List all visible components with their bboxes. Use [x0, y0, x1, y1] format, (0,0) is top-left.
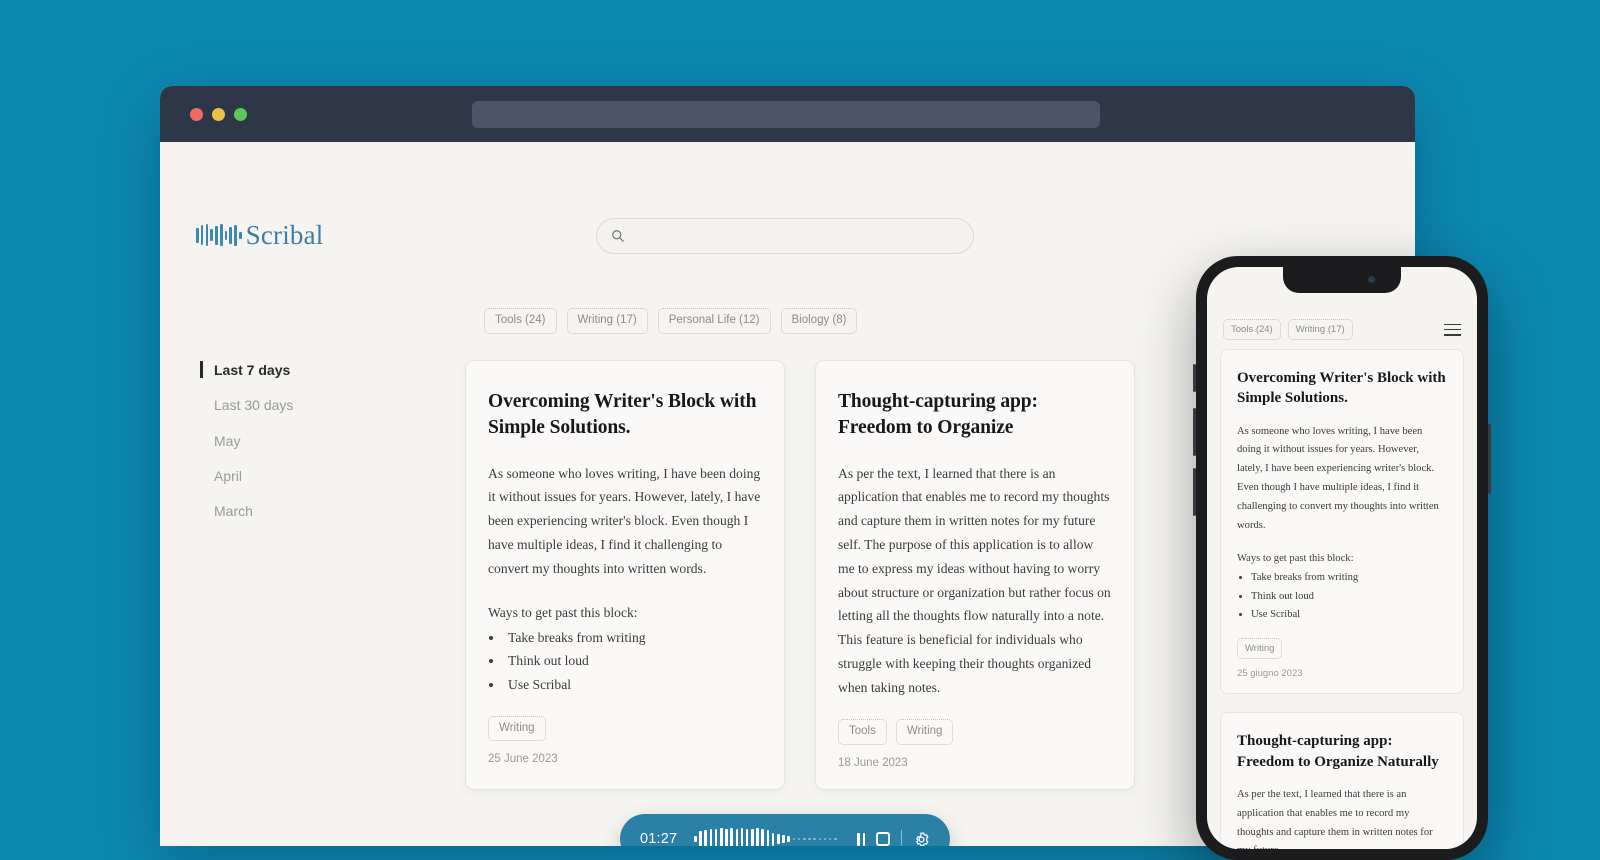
- hamburger-menu-icon[interactable]: [1444, 323, 1461, 336]
- note-title: Overcoming Writer's Block with Simple So…: [488, 391, 757, 439]
- search-input[interactable]: [633, 229, 959, 243]
- phone-power-button: [1488, 424, 1491, 494]
- list-item: Think out loud: [504, 649, 762, 672]
- phone-note-subhead: Ways to get past this block:: [1237, 552, 1354, 564]
- phone-note-card[interactable]: Overcoming Writer's Block with Simple So…: [1220, 349, 1464, 695]
- audio-player: 01:27: [620, 814, 950, 846]
- player-controls: [857, 830, 930, 846]
- close-window-icon[interactable]: [190, 107, 203, 121]
- phone-note-tags: Writing: [1237, 638, 1447, 660]
- stop-icon[interactable]: [876, 832, 890, 846]
- maximize-window-icon[interactable]: [234, 107, 247, 121]
- phone-note-date: 25 giugno 2023: [1237, 668, 1303, 680]
- note-tags: Tools Writing: [838, 719, 1112, 746]
- note-subhead: Ways to get past this block:: [488, 604, 638, 620]
- phone-notch: [1283, 267, 1401, 293]
- phone-mute-switch: [1193, 364, 1196, 392]
- sidebar-item-may[interactable]: May: [200, 431, 430, 451]
- search-bar[interactable]: [596, 218, 974, 254]
- pause-icon[interactable]: [857, 832, 865, 846]
- phone-volume-up-button: [1193, 408, 1196, 456]
- tag-filter-tools[interactable]: Tools (24): [484, 308, 557, 334]
- list-item: Take breaks from writing: [504, 626, 762, 649]
- player-elapsed-time: 01:27: [640, 831, 678, 846]
- gear-icon[interactable]: [913, 831, 930, 847]
- waveform-logo-icon: [196, 223, 242, 247]
- note-body: As someone who loves writing, I have bee…: [488, 465, 761, 576]
- note-date: 25 June 2023: [488, 753, 558, 766]
- app-header: Scribal: [160, 142, 1415, 254]
- phone-tag-filter-writing[interactable]: Writing (17): [1287, 319, 1353, 341]
- tag-filter-personal-life[interactable]: Personal Life (12): [657, 308, 771, 334]
- list-item: Use Scribal: [1251, 606, 1447, 624]
- phone-note-bullet-list: Take breaks from writing Think out loud …: [1251, 569, 1447, 624]
- stage: Scribal Tools (24) Writing (17) Personal…: [0, 0, 1600, 860]
- note-card[interactable]: Overcoming Writer's Block with Simple So…: [465, 360, 785, 791]
- phone-screen: Tools (24) Writing (17) Overcoming Write…: [1207, 267, 1477, 849]
- note-date: 18 June 2023: [838, 757, 908, 770]
- phone-topbar: Tools (24) Writing (17): [1207, 319, 1477, 341]
- control-divider: [901, 830, 902, 846]
- note-card-list: Overcoming Writer's Block with Simple So…: [465, 360, 1135, 791]
- phone-mockup: Tools (24) Writing (17) Overcoming Write…: [1193, 256, 1491, 860]
- traffic-lights: [190, 107, 247, 121]
- note-tag[interactable]: Writing: [488, 715, 546, 742]
- phone-note-tag[interactable]: Writing: [1237, 638, 1283, 660]
- note-title: Thought-capturing app: Freedom to Organi…: [838, 391, 1038, 439]
- note-tag[interactable]: Tools: [838, 719, 887, 746]
- logo-text: Scribal: [245, 220, 324, 250]
- list-item: Use Scribal: [504, 673, 762, 696]
- list-item: Think out loud: [1251, 588, 1447, 606]
- app-logo[interactable]: Scribal: [196, 220, 324, 250]
- phone-note-card-list: Overcoming Writer's Block with Simple So…: [1220, 349, 1464, 849]
- browser-titlebar: [160, 86, 1415, 142]
- phone-tag-filter-tools[interactable]: Tools (24): [1223, 319, 1281, 341]
- note-card[interactable]: Thought-capturing app: Freedom to Organi…: [815, 360, 1135, 791]
- phone-volume-down-button: [1193, 468, 1196, 516]
- sidebar-item-march[interactable]: March: [200, 501, 430, 521]
- note-bullet-list: Take breaks from writing Think out loud …: [504, 626, 762, 695]
- audio-waveform[interactable]: [694, 827, 845, 846]
- tag-filter-row: Tools (24) Writing (17) Personal Life (1…: [484, 308, 858, 334]
- phone-note-body: As someone who loves writing, I have bee…: [1237, 425, 1439, 531]
- note-tag[interactable]: Writing: [895, 719, 954, 746]
- minimize-window-icon[interactable]: [212, 107, 225, 121]
- note-body: As per the text, I learned that there is…: [838, 465, 1111, 695]
- sidebar-item-last-7-days[interactable]: Last 7 days: [200, 360, 430, 380]
- phone-note-card[interactable]: Thought-capturing app: Freedom to Organi…: [1220, 712, 1464, 849]
- url-bar[interactable]: [472, 100, 1100, 128]
- search-icon: [612, 230, 624, 242]
- phone-note-title: Thought-capturing app: Freedom to Organi…: [1237, 733, 1439, 770]
- sidebar: Last 7 days Last 30 days May April March: [200, 360, 430, 536]
- phone-camera-icon: [1368, 276, 1375, 283]
- tag-filter-writing[interactable]: Writing (17): [566, 308, 648, 334]
- tag-filter-biology[interactable]: Biology (8): [780, 308, 858, 334]
- list-item: Take breaks from writing: [1251, 569, 1447, 587]
- phone-note-title: Overcoming Writer's Block with Simple So…: [1237, 370, 1446, 407]
- sidebar-item-april[interactable]: April: [200, 466, 430, 486]
- note-tags: Writing: [488, 715, 762, 742]
- sidebar-item-last-30-days[interactable]: Last 30 days: [200, 395, 430, 415]
